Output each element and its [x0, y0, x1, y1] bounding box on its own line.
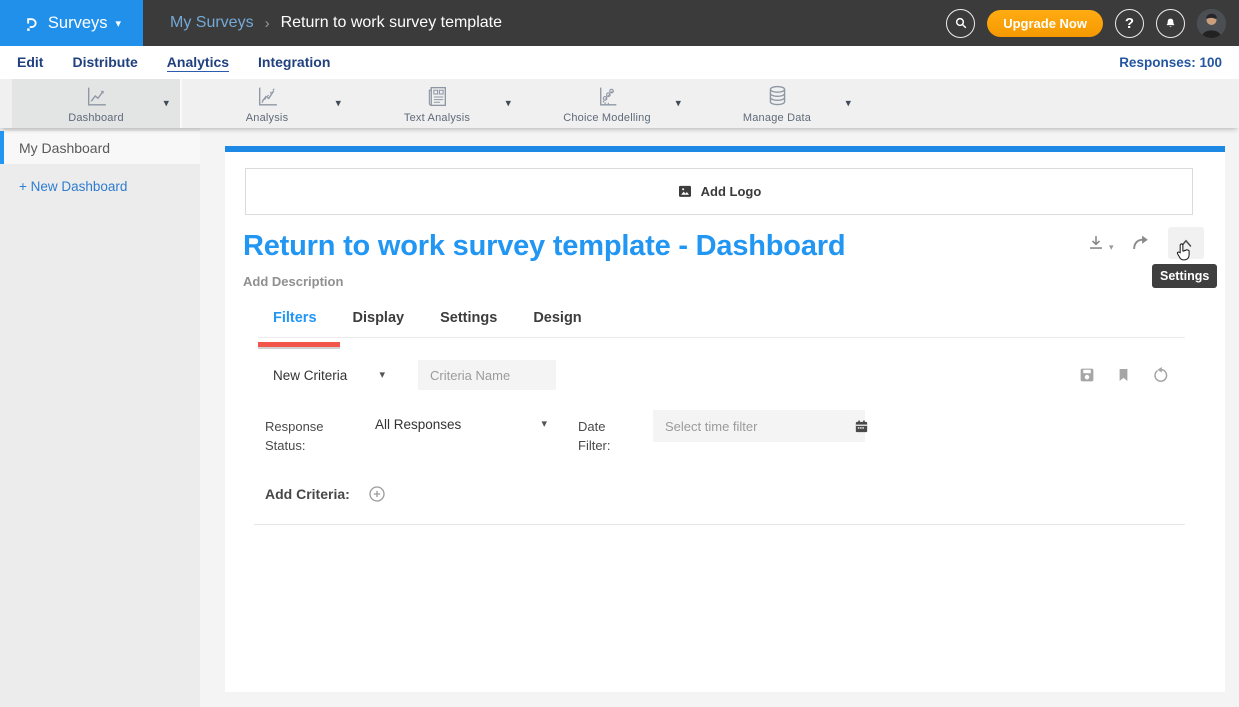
caret-down-icon — [1109, 243, 1114, 252]
proprofs-logo-icon — [22, 12, 40, 35]
add-logo-label: Add Logo — [701, 184, 762, 199]
response-status-value: All Responses — [375, 417, 461, 432]
caret-down-icon — [379, 370, 385, 381]
caret-down-icon[interactable] — [675, 98, 681, 109]
save-icon — [1078, 366, 1096, 384]
toolbar-item-label: Text Analysis — [404, 112, 470, 124]
tab-display[interactable]: Display — [353, 310, 405, 337]
bell-icon — [1163, 16, 1178, 31]
trend-chart-icon — [255, 84, 280, 110]
caret-down-icon[interactable] — [163, 98, 169, 109]
tab-design[interactable]: Design — [533, 310, 581, 337]
calendar-icon[interactable] — [853, 418, 870, 435]
dashboard-sidebar: My Dashboard + New Dashboard — [0, 128, 200, 707]
settings-tooltip: Settings — [1152, 264, 1217, 288]
survey-nav: Edit Distribute Analytics Integration Re… — [0, 46, 1239, 79]
dashboard-actions — [1085, 227, 1204, 259]
database-icon — [765, 84, 790, 110]
share-button[interactable] — [1130, 232, 1152, 254]
avatar[interactable] — [1197, 9, 1226, 38]
download-button[interactable] — [1085, 232, 1114, 254]
add-logo-button[interactable]: Add Logo — [245, 168, 1193, 215]
bookmark-icon — [1115, 366, 1132, 384]
caret-down-icon[interactable] — [845, 98, 851, 109]
top-bar: Surveys My Surveys › Return to work surv… — [0, 0, 1239, 46]
criteria-row: New Criteria — [273, 360, 1195, 390]
add-criteria-button[interactable] — [367, 484, 387, 504]
bookmark-button[interactable] — [1115, 366, 1132, 384]
date-filter-input[interactable] — [653, 410, 865, 442]
refresh-icon — [1151, 366, 1170, 385]
response-status-label: Response Status: — [265, 417, 349, 455]
toolbar-item-choice-modelling[interactable]: Choice Modelling — [522, 79, 692, 128]
help-button[interactable]: ? — [1115, 9, 1144, 38]
breadcrumb-my-surveys[interactable]: My Surveys — [170, 14, 254, 32]
add-criteria-label: Add Criteria: — [265, 486, 350, 502]
toolbar-item-dashboard[interactable]: Dashboard — [12, 79, 182, 128]
caret-down-icon — [116, 19, 122, 30]
collapse-settings-button[interactable] — [1168, 227, 1204, 259]
sidebar-item-my-dashboard[interactable]: My Dashboard — [0, 131, 200, 164]
main-content: Add Logo Return to work survey template … — [200, 128, 1239, 707]
section-divider — [254, 524, 1185, 525]
criteria-actions — [1078, 366, 1170, 385]
plus-circle-icon — [367, 484, 387, 504]
chevron-up-icon — [1177, 236, 1195, 250]
nav-item-edit[interactable]: Edit — [17, 54, 43, 71]
breadcrumb-current: Return to work survey template — [281, 14, 502, 32]
nav-item-distribute[interactable]: Distribute — [72, 54, 137, 71]
question-mark-icon: ? — [1125, 15, 1134, 32]
image-icon — [677, 184, 693, 199]
scatter-chart-icon — [595, 84, 620, 110]
accent-bar — [225, 146, 1225, 152]
toolbar-item-label: Choice Modelling — [563, 112, 651, 124]
add-criteria-row: Add Criteria: — [265, 484, 387, 504]
toolbar-item-analysis[interactable]: Analysis — [182, 79, 352, 128]
nav-item-integration[interactable]: Integration — [258, 54, 330, 71]
tab-settings[interactable]: Settings — [440, 310, 497, 337]
product-switcher[interactable]: Surveys — [0, 0, 143, 46]
dashboard-card: Add Logo Return to work survey template … — [225, 146, 1225, 692]
upgrade-now-button[interactable]: Upgrade Now — [987, 10, 1103, 37]
criteria-select-value: New Criteria — [273, 368, 347, 383]
caret-down-icon[interactable] — [505, 98, 511, 109]
notifications-button[interactable] — [1156, 9, 1185, 38]
analytics-toolbar: Dashboard Analysis Text Analysis — [0, 79, 1239, 128]
topbar-actions: Upgrade Now ? — [946, 9, 1239, 38]
responses-count: Responses: 100 — [1119, 55, 1222, 70]
criteria-type-select[interactable]: New Criteria — [273, 368, 385, 383]
brand-label: Surveys — [48, 14, 108, 33]
caret-down-icon — [541, 419, 547, 430]
reset-button[interactable] — [1151, 366, 1170, 385]
breadcrumb-separator: › — [265, 15, 270, 32]
app-window: Surveys My Surveys › Return to work surv… — [0, 0, 1239, 707]
dashboard-title[interactable]: Return to work survey template - Dashboa… — [243, 230, 845, 263]
search-button[interactable] — [946, 9, 975, 38]
breadcrumb: My Surveys › Return to work survey templ… — [170, 14, 502, 32]
nav-item-analytics[interactable]: Analytics — [167, 54, 229, 72]
add-description-button[interactable]: Add Description — [243, 274, 343, 289]
dashboard-tabs: Filters Display Settings Design — [258, 310, 1185, 338]
toolbar-item-label: Manage Data — [743, 112, 811, 124]
toolbar-item-manage-data[interactable]: Manage Data — [692, 79, 862, 128]
tab-filters[interactable]: Filters — [273, 310, 317, 337]
date-filter-field[interactable] — [653, 410, 853, 442]
line-chart-icon — [84, 84, 109, 110]
response-status-select[interactable]: All Responses — [375, 417, 547, 432]
download-icon — [1085, 232, 1107, 254]
toolbar-item-label: Dashboard — [68, 112, 124, 124]
save-criteria-button[interactable] — [1078, 366, 1096, 384]
newspaper-icon — [425, 84, 450, 110]
criteria-name-input[interactable] — [418, 360, 556, 390]
search-icon — [953, 15, 969, 31]
share-arrow-icon — [1130, 232, 1152, 254]
toolbar-item-text-analysis[interactable]: Text Analysis — [352, 79, 522, 128]
caret-down-icon[interactable] — [335, 98, 341, 109]
date-filter-label: Date Filter: — [578, 417, 638, 455]
new-dashboard-button[interactable]: + New Dashboard — [19, 179, 200, 194]
toolbar-item-label: Analysis — [246, 112, 289, 124]
